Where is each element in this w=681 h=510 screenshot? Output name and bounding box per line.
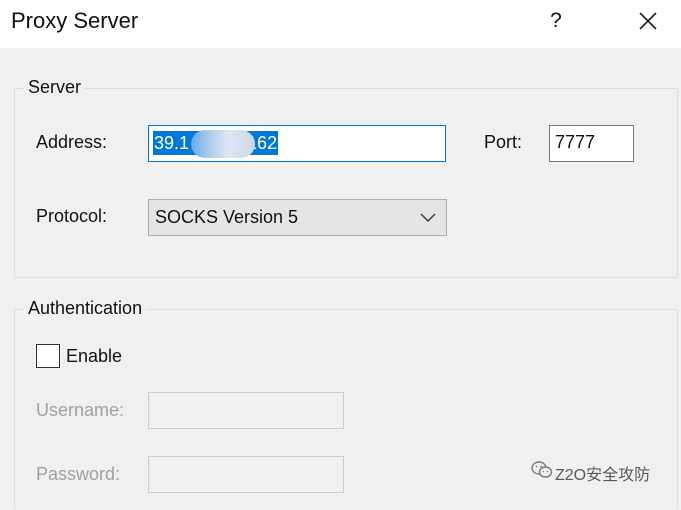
- close-icon: [639, 12, 657, 30]
- enable-checkbox[interactable]: [36, 344, 60, 368]
- enable-label[interactable]: Enable: [66, 346, 122, 367]
- username-label: Username:: [36, 400, 125, 420]
- port-value: 7777: [555, 132, 596, 152]
- window-title: Proxy Server: [11, 8, 139, 33]
- server-group-label: Server: [24, 77, 86, 98]
- protocol-select[interactable]: SOCKS Version 5: [148, 199, 447, 236]
- title-bar: Proxy Server ?: [0, 0, 681, 48]
- wechat-icon: [531, 461, 553, 478]
- password-input[interactable]: [148, 456, 344, 493]
- redaction-blur: [191, 130, 255, 158]
- port-input[interactable]: 7777: [549, 125, 634, 162]
- username-input[interactable]: [148, 392, 344, 429]
- address-value-start: 39.1: [154, 133, 190, 153]
- port-label: Port:: [484, 132, 523, 152]
- protocol-selected-value: SOCKS Version 5: [155, 207, 299, 227]
- password-label: Password:: [36, 464, 121, 484]
- help-button[interactable]: ?: [541, 6, 571, 36]
- watermark-text: Z2O安全攻防: [555, 467, 651, 484]
- address-label: Address:: [36, 132, 108, 152]
- address-input[interactable]: 39.1 162: [148, 125, 446, 162]
- close-button[interactable]: [628, 6, 668, 36]
- authentication-group-label: Authentication: [24, 298, 147, 319]
- chevron-down-icon: [420, 213, 436, 222]
- protocol-label: Protocol:: [36, 206, 108, 226]
- server-group: [14, 88, 678, 278]
